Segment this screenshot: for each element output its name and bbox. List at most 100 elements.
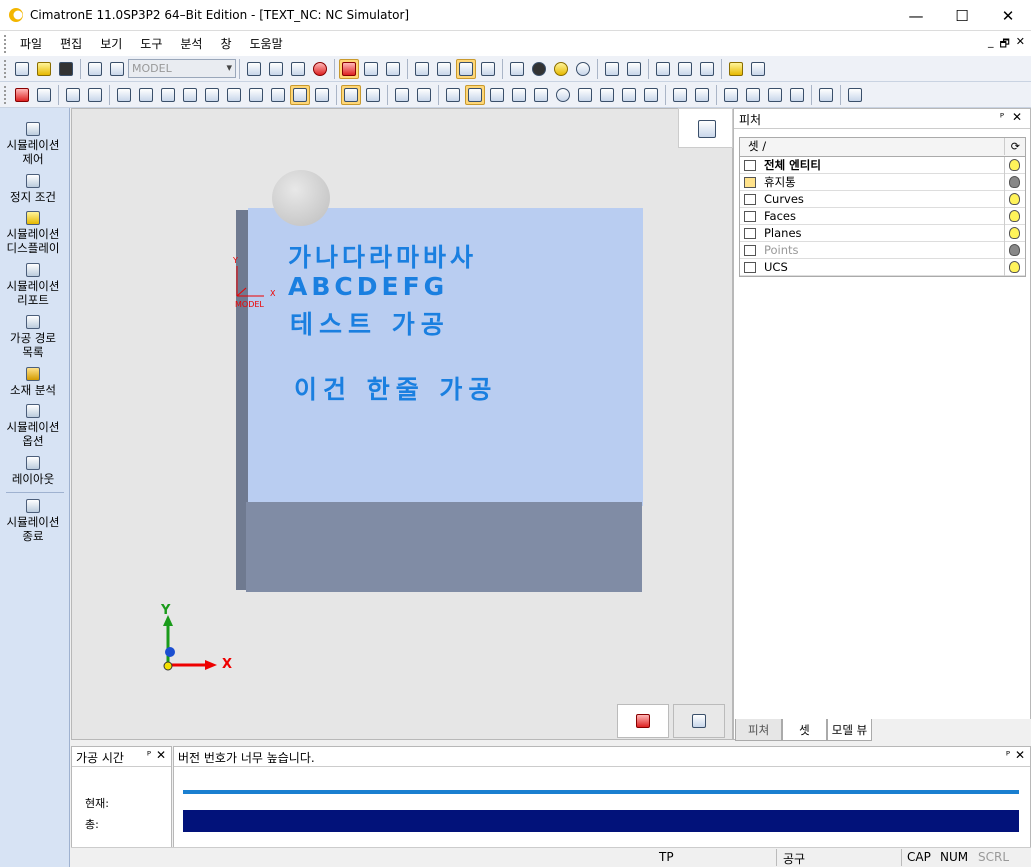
visibility-bulb-icon[interactable] [1009,244,1020,256]
stop-condition-button[interactable]: 정지 조건 [0,174,66,204]
info-button[interactable] [553,85,573,105]
filter-7-button[interactable] [246,85,266,105]
filter-9-button[interactable] [290,84,310,105]
pin-icon[interactable]: ᴾ [1006,749,1010,762]
zoom-window-button[interactable] [266,59,286,79]
menu-edit[interactable]: 편집 [51,31,91,56]
surface-button[interactable] [721,85,741,105]
view-front-button[interactable] [412,59,432,79]
graph-button[interactable] [443,85,463,105]
stock-analysis-button[interactable]: 소재 분석 [0,367,66,397]
simulation-report-button[interactable]: 시뮬레이션 리포트 [0,263,66,307]
pin-icon[interactable]: ᴾ [147,749,151,762]
view-mode-button[interactable] [361,59,381,79]
menu-window[interactable]: 창 [211,31,240,56]
view-top-button[interactable] [478,59,498,79]
copy-button[interactable] [597,85,617,105]
tab-sets[interactable]: 셋 [782,719,827,741]
visibility-bulb-icon[interactable] [1009,159,1020,171]
prev-view-button[interactable] [602,59,622,79]
line-button[interactable] [816,85,836,105]
view-options-button[interactable] [383,59,403,79]
set-row[interactable]: Curves [740,191,1025,208]
delete-button[interactable] [12,85,32,105]
menu-help[interactable]: 도움말 [241,31,292,56]
layer-button[interactable] [85,59,105,79]
shaded-view-button[interactable] [339,58,359,79]
toolbar-grip[interactable] [4,85,7,104]
visibility-bulb-icon[interactable] [1009,193,1020,205]
query-button[interactable] [531,85,551,105]
simulation-exit-button[interactable]: 시뮬레이션 종료 [0,499,66,543]
visibility-bulb-icon[interactable] [1009,210,1020,222]
light-on-button[interactable] [551,59,571,79]
blend-button[interactable] [765,85,785,105]
close-button[interactable]: ✕ [985,0,1031,31]
refresh-icon[interactable]: ⟳ [1011,138,1020,155]
list-button[interactable] [487,85,507,105]
filter-8-button[interactable] [268,85,288,105]
tab-features[interactable]: 피쳐 [735,719,783,741]
mdi-restore-button[interactable]: 🗗 [999,35,1009,54]
render-button[interactable] [845,85,865,105]
pick-all-button[interactable] [363,85,383,105]
filter-button[interactable] [85,85,105,105]
set-row[interactable]: Points [740,242,1025,259]
set-tree-header[interactable]: 셋 / ⟳ [740,138,1025,157]
new-file-button[interactable] [12,59,32,79]
curve-button[interactable] [692,85,712,105]
set-row[interactable]: UCS [740,259,1025,276]
panel-close-button[interactable]: ✕ [1015,748,1025,762]
set-row[interactable]: 전체 엔티티 [740,157,1025,174]
pan-button[interactable] [310,59,330,79]
filter-4-button[interactable] [180,85,200,105]
maximize-button[interactable]: ☐ [939,0,985,31]
panel-close-button[interactable]: ✕ [1012,110,1022,124]
filter-6-button[interactable] [224,85,244,105]
layout-button[interactable]: 레이아웃 [0,456,66,486]
transform-button[interactable] [787,85,807,105]
run-simulation-button[interactable] [673,704,725,738]
snap-button[interactable] [392,85,412,105]
simulation-control-button[interactable]: 시뮬레이션 제어 [0,122,66,166]
mdi-close-button[interactable]: ✕ [1016,35,1025,54]
pick-mode-button[interactable] [341,84,361,105]
view-cube-button[interactable] [678,108,733,148]
next-view-button[interactable] [624,59,644,79]
open-file-button[interactable] [34,59,54,79]
column-header-set[interactable]: 셋 / [748,138,766,155]
minimize-button[interactable]: — [893,0,939,31]
set-row[interactable]: Faces [740,208,1025,225]
sketch-button[interactable] [670,85,690,105]
group-button[interactable] [641,85,661,105]
menu-file[interactable]: 파일 [11,31,51,56]
menu-view[interactable]: 보기 [91,31,131,56]
filter-1-button[interactable] [114,85,134,105]
filter-3-button[interactable] [158,85,178,105]
tool-button[interactable] [726,59,746,79]
light-toggle-button[interactable] [573,59,593,79]
zoom-all-button[interactable] [244,59,264,79]
toolpath-list-button[interactable]: 가공 경로 목록 [0,315,66,359]
filter-5-button[interactable] [202,85,222,105]
filter-10-button[interactable] [312,85,332,105]
stop-simulation-button[interactable] [617,704,669,738]
zoom-button[interactable] [288,59,308,79]
menu-tools[interactable]: 도구 [131,31,171,56]
light-button[interactable] [529,59,549,79]
solid-button[interactable] [743,85,763,105]
stock-button[interactable] [748,59,768,79]
filter-2-button[interactable] [136,85,156,105]
pin-icon[interactable]: ᴾ [1000,111,1004,124]
toolbar-grip[interactable] [4,34,7,53]
panel-close-button[interactable]: ✕ [156,748,166,762]
funnel-button[interactable] [414,85,434,105]
table-button[interactable] [509,85,529,105]
properties-button[interactable] [465,84,485,105]
menu-analysis[interactable]: 분석 [171,31,211,56]
paste-button[interactable] [619,85,639,105]
layer-manager-button[interactable] [107,59,127,79]
visibility-bulb-icon[interactable] [1009,227,1020,239]
set-row[interactable]: Planes [740,225,1025,242]
view-iso-button[interactable] [456,58,476,79]
